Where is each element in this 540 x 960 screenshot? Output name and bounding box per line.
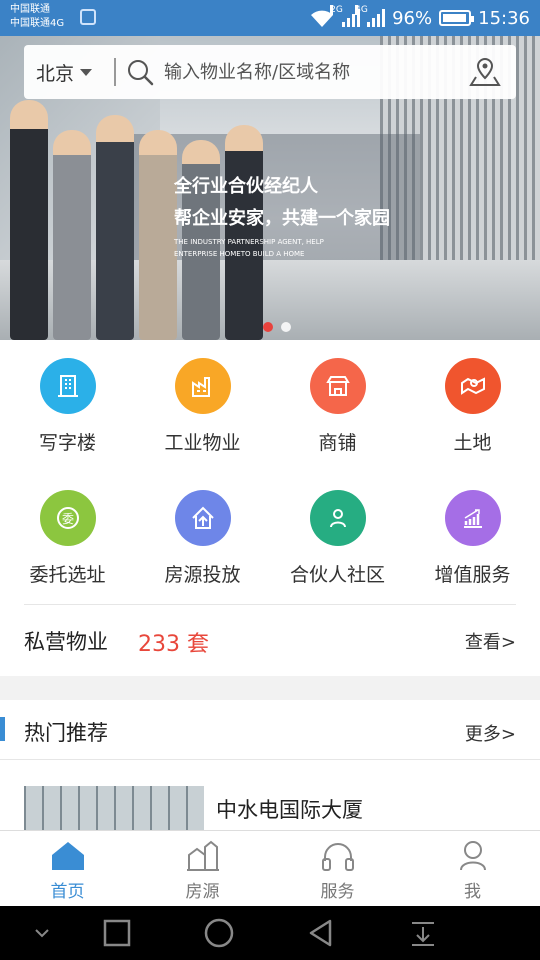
user-icon [459, 841, 486, 871]
category-icon-circle [174, 358, 231, 414]
category-label: 土地 [453, 432, 492, 454]
category-icon-circle [309, 358, 366, 414]
network-4g-label: 4G [355, 5, 368, 15]
factory-icon [191, 377, 210, 397]
network-2g-label: 2G [330, 5, 343, 15]
tab-listings[interactable]: 房源 [135, 831, 270, 906]
divider [114, 58, 116, 86]
listing-thumbnail [24, 786, 204, 830]
category-icon-circle [444, 358, 501, 414]
category-listing-release[interactable]: 房源投放 [135, 480, 270, 587]
category-label: 委托选址 [29, 564, 106, 586]
signal-4g-icon: 4G [355, 5, 386, 27]
category-land[interactable]: 土地 [405, 348, 540, 455]
city-selector[interactable]: 北京 [36, 45, 93, 99]
category-entrust-site[interactable]: 委 委托选址 [0, 480, 135, 587]
land-map-icon [460, 377, 485, 395]
recent-apps-icon[interactable] [102, 918, 132, 948]
private-property-label: 私营物业 [24, 630, 108, 654]
battery-icon [439, 10, 475, 26]
category-office[interactable]: 写字楼 [0, 348, 135, 455]
clock: 15:36 [478, 7, 530, 29]
category-partner-community[interactable]: 合伙人社区 [270, 480, 405, 587]
house-upload-icon [191, 506, 214, 529]
banner-english-text: THE INDUSTRY PARTNERSHIP AGENT, HELP ENT… [174, 238, 324, 258]
chevron-down-icon [80, 68, 93, 76]
more-link[interactable]: 更多> [465, 720, 516, 746]
category-value-added[interactable]: 增值服务 [405, 480, 540, 587]
listing-item[interactable]: 中水电国际大厦 [0, 770, 540, 830]
partner-icon [329, 509, 346, 528]
divider [24, 604, 516, 605]
category-label: 房源投放 [164, 564, 241, 586]
banner-title: 全行业合伙经纪人 [174, 176, 318, 197]
home-icon [51, 842, 84, 870]
entrust-icon: 委 [56, 507, 79, 529]
chevron-down-icon[interactable] [27, 918, 57, 948]
home-circle-icon[interactable] [204, 918, 234, 948]
chart-icon [463, 509, 482, 528]
bottom-tab-bar: 首页 房源 服务 我 [0, 830, 540, 906]
shop-icon [325, 376, 350, 396]
carrier-2: 中国联通4G [10, 18, 65, 29]
category-label: 工业物业 [164, 432, 241, 454]
back-icon[interactable] [306, 918, 336, 948]
private-property-row[interactable]: 私营物业 233 套 查看> [0, 606, 540, 676]
carousel-indicator [263, 322, 291, 332]
tab-me[interactable]: 我 [405, 831, 540, 906]
search-input[interactable] [162, 57, 452, 87]
status-bar: 中国联通 中国联通4G 2G 4G 96% 15:36 [0, 0, 540, 36]
carousel-dot[interactable] [263, 322, 273, 332]
tab-label: 房源 [185, 882, 220, 902]
section-accent-bar [0, 717, 5, 741]
tab-label: 服务 [320, 882, 355, 902]
carousel-dot[interactable] [281, 322, 291, 332]
search-icon [128, 60, 154, 86]
category-icon-circle [174, 490, 231, 546]
tab-services[interactable]: 服务 [270, 831, 405, 906]
svg-text:委: 委 [61, 512, 73, 526]
category-icon-circle [444, 490, 501, 546]
hot-recommend-header: 热门推荐 更多> [0, 700, 540, 760]
banner-subtitle: 帮企业安家，共建一个家园 [174, 208, 390, 229]
office-building-icon [57, 375, 78, 397]
hot-recommend-title: 热门推荐 [24, 721, 108, 745]
category-industrial[interactable]: 工业物业 [135, 348, 270, 455]
tab-label: 我 [464, 882, 481, 902]
headset-icon [321, 843, 354, 871]
notification-pull-icon[interactable] [408, 918, 438, 948]
private-property-count: 233 套 [138, 632, 209, 657]
category-icon-circle: 委 [39, 490, 96, 546]
map-location-icon[interactable] [468, 55, 502, 89]
tab-label: 首页 [50, 882, 85, 902]
battery-percent: 96% [392, 7, 433, 29]
sim-icon [80, 9, 96, 25]
tab-home[interactable]: 首页 [0, 831, 135, 906]
category-icon-circle [39, 358, 96, 414]
view-link[interactable]: 查看> [465, 628, 516, 654]
category-icon-circle [309, 490, 366, 546]
category-label: 写字楼 [38, 432, 96, 454]
system-nav-bar [0, 906, 540, 960]
city-label: 北京 [36, 62, 75, 85]
listing-name: 中水电国际大厦 [216, 798, 363, 822]
search-bar: 北京 [24, 45, 516, 99]
category-label: 商铺 [318, 432, 357, 454]
carrier-1: 中国联通 [10, 4, 50, 15]
section-gap [0, 676, 540, 700]
carrier-info: 中国联通 中国联通4G [10, 3, 64, 31]
category-label: 合伙人社区 [289, 564, 385, 586]
category-label: 增值服务 [434, 564, 511, 586]
category-shop[interactable]: 商铺 [270, 348, 405, 455]
listings-icon [186, 840, 219, 871]
